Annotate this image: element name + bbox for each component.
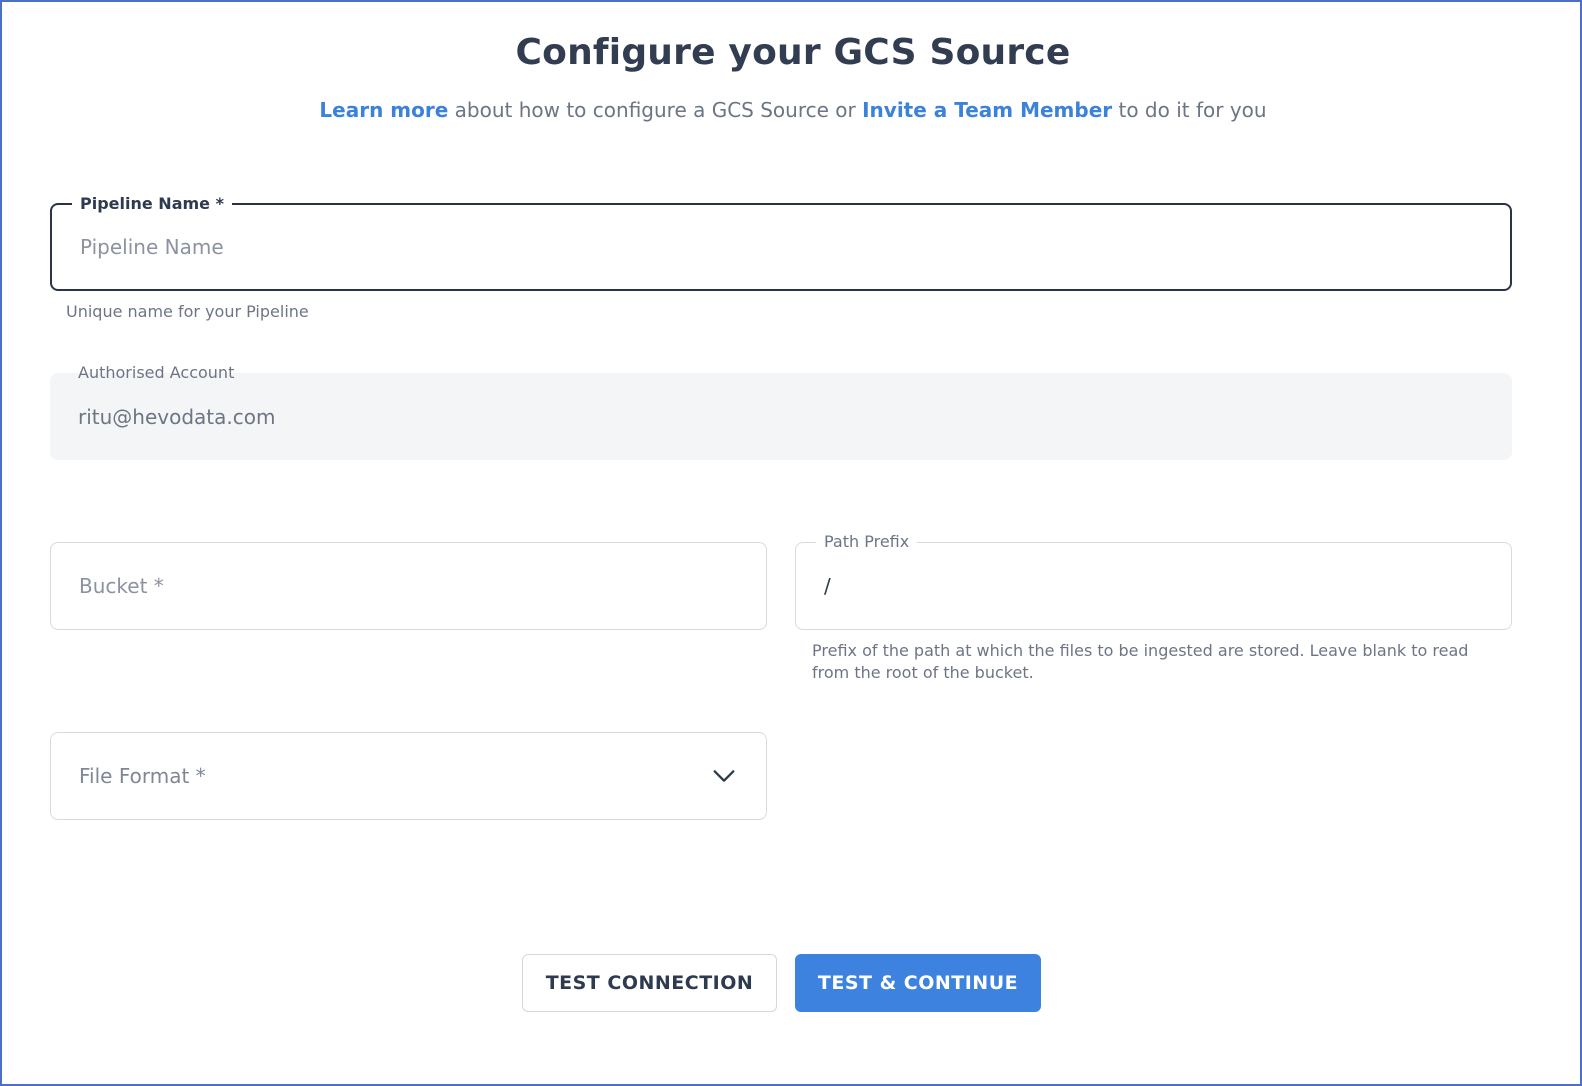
chevron-down-icon[interactable] (710, 762, 738, 790)
file-format-select[interactable]: File Format * (50, 732, 767, 820)
subtitle-text-middle: about how to configure a GCS Source or (448, 98, 863, 122)
test-and-continue-button[interactable]: TEST & CONTINUE (795, 954, 1041, 1012)
pipeline-name-helper: Unique name for your Pipeline (66, 302, 309, 321)
invite-team-member-link[interactable]: Invite a Team Member (862, 98, 1112, 122)
authorised-account-field: Authorised Account ritu@hevodata.com (50, 363, 1512, 460)
authorised-account-label: Authorised Account (78, 363, 235, 382)
bucket-input[interactable] (79, 543, 706, 629)
test-connection-button[interactable]: TEST CONNECTION (522, 954, 777, 1012)
authorised-account-value: ritu@hevodata.com (78, 404, 276, 429)
pipeline-name-field[interactable]: Pipeline Name * (50, 194, 1512, 291)
path-prefix-helper: Prefix of the path at which the files to… (812, 641, 1469, 682)
learn-more-link[interactable]: Learn more (319, 98, 448, 122)
page-subtitle: Learn more about how to configure a GCS … (2, 98, 1582, 122)
page-frame: Configure your GCS Source Learn more abo… (0, 0, 1582, 1086)
file-format-placeholder: File Format * (79, 764, 206, 788)
path-prefix-input[interactable] (824, 543, 1451, 629)
path-prefix-field[interactable]: Path Prefix (795, 532, 1512, 630)
pipeline-name-input[interactable] (80, 205, 1450, 289)
page-title: Configure your GCS Source (515, 32, 1071, 73)
bucket-field[interactable] (50, 542, 767, 630)
subtitle-text-end: to do it for you (1112, 98, 1267, 122)
